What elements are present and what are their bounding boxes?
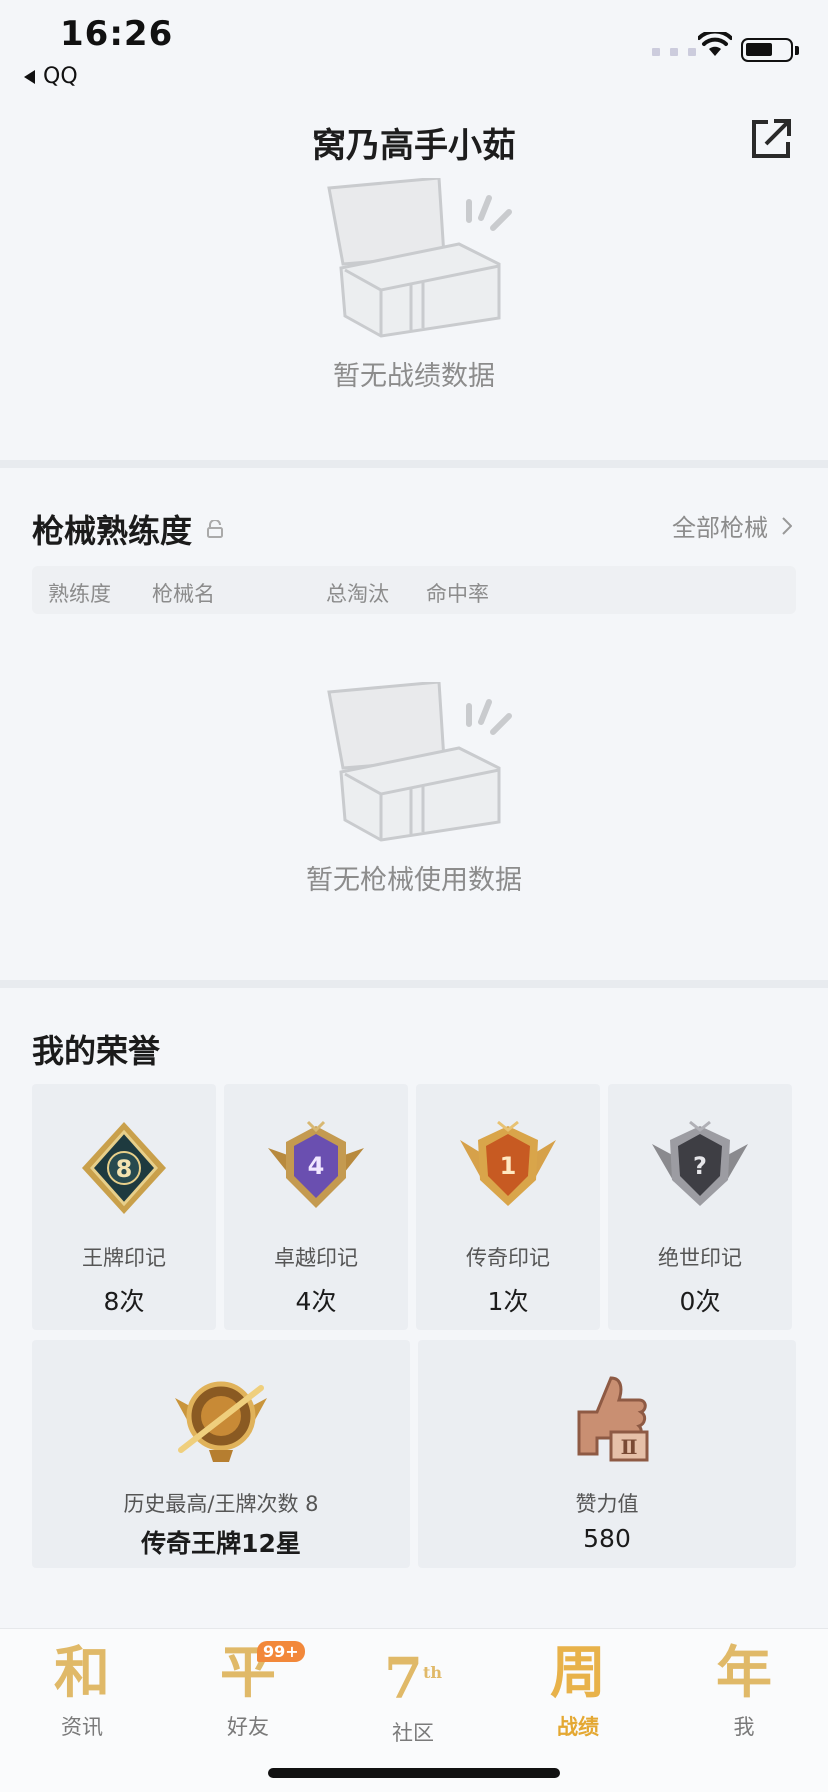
svg-text:1: 1 xyxy=(500,1152,517,1180)
honor-card-legend[interactable]: 1 传奇印记 1次 xyxy=(416,1084,600,1330)
honor-section-title: 我的荣誉 xyxy=(32,1026,160,1072)
gun-empty-message: 暂无枪械使用数据 xyxy=(306,865,522,896)
gun-section-title-text: 枪械熟练度 xyxy=(32,512,193,550)
all-guns-label: 全部枪械 xyxy=(672,514,768,542)
cellular-signal-icon xyxy=(652,48,696,56)
svg-text:?: ? xyxy=(693,1152,707,1180)
honor-label: 王牌印记 xyxy=(82,1246,166,1270)
gun-table-header: 熟练度 枪械名 总淘汰 命中率 xyxy=(32,566,796,614)
tab-friends[interactable]: 平 99+ 好友 xyxy=(193,1637,305,1741)
honor-label: 传奇印记 xyxy=(466,1246,550,1270)
rank-emblem-icon xyxy=(175,1381,267,1462)
back-to-app-button[interactable]: QQ xyxy=(24,64,78,89)
tab-me-icon: 年 xyxy=(716,1640,772,1706)
unread-badge: 99+ xyxy=(257,1641,305,1662)
tab-friends-label: 好友 xyxy=(227,1715,269,1739)
record-empty-state: 暂无战绩数据 xyxy=(0,178,828,393)
likes-card[interactable]: Ⅱ 赞力值 580 xyxy=(418,1340,796,1568)
svg-text:Ⅱ: Ⅱ xyxy=(621,1435,638,1459)
all-guns-link[interactable]: 全部枪械 xyxy=(672,508,792,543)
tab-records-label: 战绩 xyxy=(557,1715,599,1739)
header: 窝乃高手小茹 xyxy=(0,108,828,176)
tab-community[interactable]: 7th 社区 xyxy=(358,1637,468,1747)
wifi-icon xyxy=(698,32,732,56)
lock-icon xyxy=(207,520,224,538)
status-time: 16:26 xyxy=(60,14,174,54)
tab-me-label: 我 xyxy=(733,1715,755,1739)
svg-text:4: 4 xyxy=(308,1152,325,1180)
likes-label: 赞力值 xyxy=(575,1492,639,1516)
chevron-right-icon xyxy=(782,516,792,535)
honor-label: 卓越印记 xyxy=(274,1246,358,1270)
tab-me[interactable]: 年 我 xyxy=(689,1637,799,1741)
tab-records-icon: 周 xyxy=(550,1640,606,1706)
col-hit-rate: 命中率 xyxy=(426,582,489,606)
ace-mark-badge-icon: 8 xyxy=(82,1122,166,1214)
peerless-mark-badge-icon: ? xyxy=(652,1120,748,1206)
back-arrow-icon xyxy=(24,69,35,84)
tab-records[interactable]: 周 战绩 xyxy=(523,1637,633,1741)
page-title: 窝乃高手小茹 xyxy=(312,126,516,166)
thumbs-up-icon: Ⅱ xyxy=(577,1376,649,1462)
tab-news[interactable]: 和 资讯 xyxy=(27,1637,137,1741)
tab-news-icon: 和 xyxy=(54,1640,110,1706)
tab-community-icon: 7th xyxy=(384,1645,442,1712)
honor-card-peerless[interactable]: ? 绝世印记 0次 xyxy=(608,1084,792,1330)
honor-count: 4次 xyxy=(295,1287,337,1316)
tab-news-label: 资讯 xyxy=(61,1715,103,1739)
honor-count: 1次 xyxy=(487,1287,529,1316)
honor-card-ace[interactable]: 8 王牌印记 8次 xyxy=(32,1084,216,1330)
col-total-eliminations: 总淘汰 xyxy=(326,582,389,606)
battery-icon xyxy=(741,38,799,62)
legend-mark-badge-icon: 1 xyxy=(460,1120,556,1206)
honor-count: 8次 xyxy=(103,1287,145,1316)
likes-value: 580 xyxy=(583,1524,631,1553)
honor-label: 绝世印记 xyxy=(658,1246,742,1270)
section-divider xyxy=(0,460,828,468)
col-proficiency: 熟练度 xyxy=(48,582,111,606)
section-divider xyxy=(0,980,828,988)
honor-count: 0次 xyxy=(679,1287,721,1316)
history-best-value: 传奇王牌12星 xyxy=(141,1529,301,1558)
record-empty-message: 暂无战绩数据 xyxy=(333,361,495,392)
honor-section-title-text: 我的荣誉 xyxy=(32,1032,161,1070)
empty-chest-icon xyxy=(327,682,512,842)
tab-community-label: 社区 xyxy=(392,1720,434,1745)
excellence-mark-badge-icon: 4 xyxy=(268,1120,364,1208)
empty-chest-icon xyxy=(327,178,512,338)
back-app-label: QQ xyxy=(43,64,78,89)
home-indicator[interactable] xyxy=(268,1768,560,1778)
honor-card-excellence[interactable]: 4 卓越印记 4次 xyxy=(224,1084,408,1330)
history-best-card[interactable]: 历史最高/王牌次数 8 传奇王牌12星 xyxy=(32,1340,410,1568)
history-best-label: 历史最高/王牌次数 8 xyxy=(123,1492,319,1516)
gun-empty-state: 暂无枪械使用数据 xyxy=(0,682,828,897)
gun-section-title: 枪械熟练度 xyxy=(32,506,224,552)
svg-text:8: 8 xyxy=(116,1155,133,1183)
status-bar: 16:26 QQ xyxy=(0,0,828,92)
col-gun-name: 枪械名 xyxy=(152,582,215,606)
share-icon[interactable] xyxy=(748,116,794,162)
